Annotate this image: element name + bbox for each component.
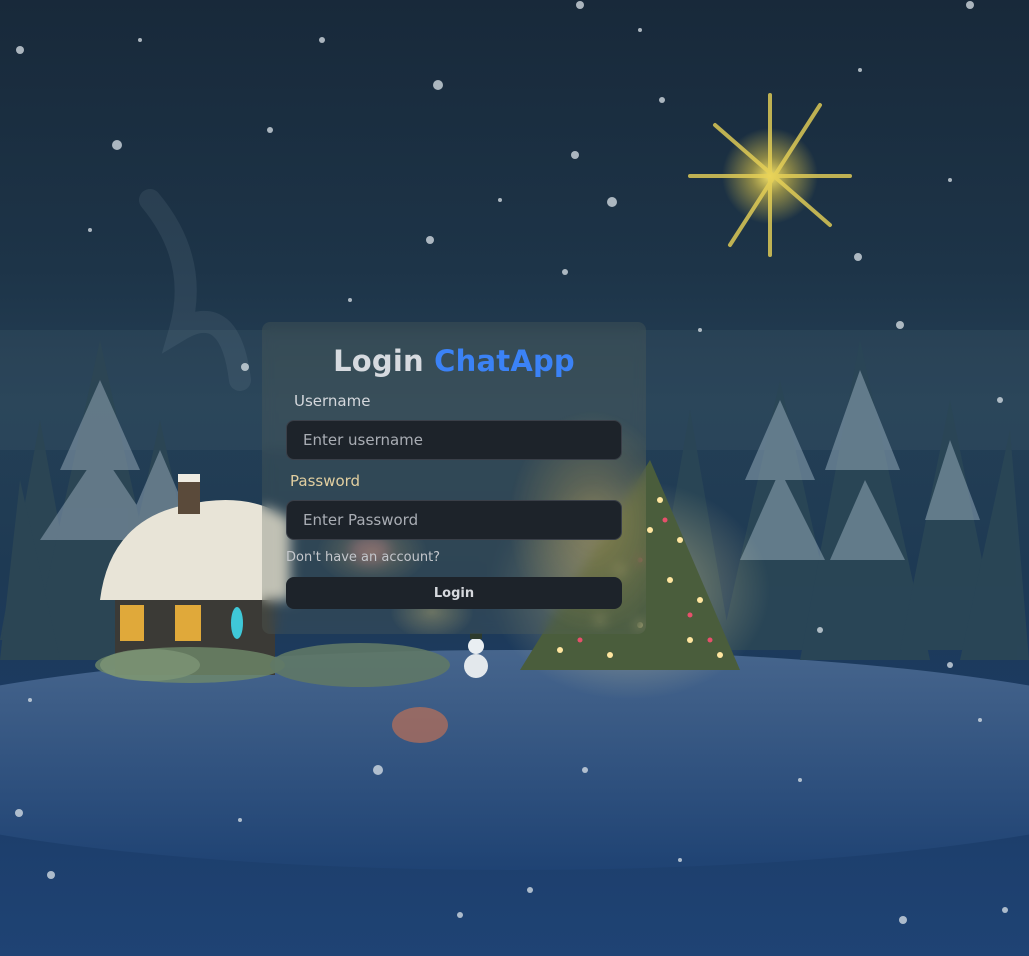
username-input[interactable] [286,420,622,460]
username-label: Username [294,392,371,410]
login-page: Login ChatApp Username Password Don't ha… [0,0,1029,956]
page-title: Login ChatApp [262,344,646,378]
password-input[interactable] [286,500,622,540]
brand-name: ChatApp [434,344,575,378]
login-button[interactable]: Login [286,577,622,609]
signup-link[interactable]: Don't have an account? [286,550,440,565]
password-label: Password [290,472,361,490]
login-card: Login ChatApp Username Password Don't ha… [262,322,646,634]
title-prefix: Login [333,344,424,378]
